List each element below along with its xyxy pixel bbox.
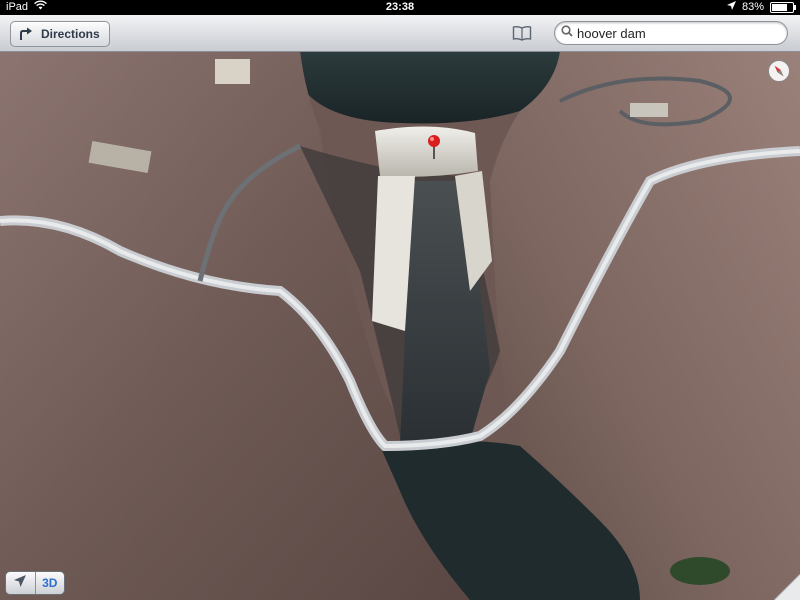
building — [215, 59, 250, 84]
locate-button[interactable] — [6, 572, 36, 594]
building — [630, 103, 668, 117]
search-input[interactable] — [573, 25, 777, 41]
battery-fill — [772, 4, 787, 11]
directions-button[interactable]: Directions — [10, 21, 110, 47]
turn-arrow-icon — [19, 27, 33, 41]
map-mode-controls: 3D — [5, 571, 65, 595]
maps-app: iPad 23:38 83% Directions hoover dam 3D — [0, 0, 800, 600]
compass-icon[interactable] — [768, 60, 790, 82]
status-right: 83% — [726, 0, 796, 15]
status-time: 23:38 — [385, 1, 415, 13]
vegetation — [670, 557, 730, 585]
battery-percent: 83% — [741, 1, 764, 13]
status-bar: iPad 23:38 83% — [0, 0, 800, 15]
location-arrow-icon — [726, 0, 736, 15]
dam-crest — [375, 126, 478, 177]
search-icon — [561, 24, 573, 42]
bookmarks-icon[interactable] — [512, 25, 532, 41]
map-view[interactable] — [0, 51, 800, 600]
search-field[interactable] — [554, 21, 788, 45]
mode-3d-button[interactable]: 3D — [36, 572, 65, 594]
toolbar: Directions — [0, 15, 800, 52]
location-arrow-icon — [14, 574, 27, 592]
page-curl-icon[interactable] — [773, 573, 800, 600]
directions-label: Directions — [41, 27, 100, 41]
battery-icon — [770, 2, 796, 13]
